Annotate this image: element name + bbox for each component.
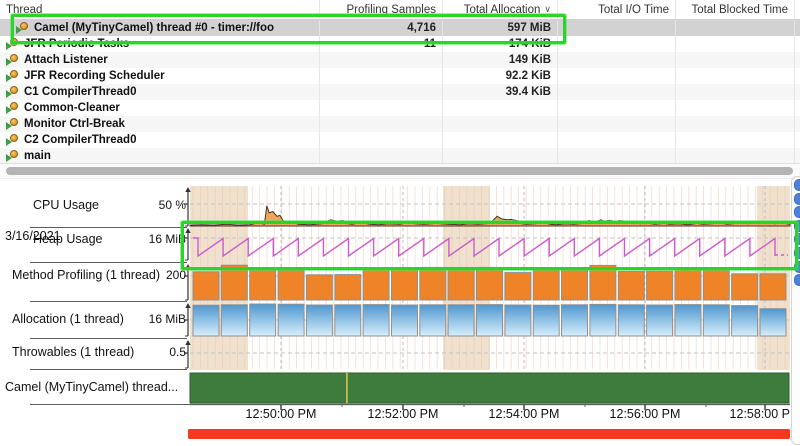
track-separator <box>30 404 790 405</box>
track-label-camel-thread[interactable]: Camel (MyTinyCamel) thread... <box>5 380 178 394</box>
track-control-button[interactable] <box>794 179 800 191</box>
track-label-cpu[interactable]: CPU Usage <box>33 198 99 212</box>
track-axis-tick-value: 200 <box>166 268 186 282</box>
track-control-button[interactable] <box>794 206 800 218</box>
track-control-button[interactable] <box>794 220 800 232</box>
track-controls-panel <box>791 176 800 445</box>
track-axis-tick-value: 16 MiB <box>149 232 186 246</box>
time-tick-label: 12:52:00 PM <box>368 407 439 421</box>
track-separator <box>30 227 187 228</box>
time-tick-label: 12:56:00 PM <box>610 407 681 421</box>
track-control-button[interactable] <box>794 233 800 245</box>
track-separator <box>30 262 187 263</box>
profiler-window: Thread Profiling Samples Total Allocatio… <box>0 0 800 446</box>
time-tick-label: 12:58:00 PM <box>730 407 800 421</box>
track-axis-tick-value: 16 MiB <box>149 312 186 326</box>
track-control-button[interactable] <box>794 193 800 205</box>
track-control-button[interactable] <box>794 274 800 286</box>
track-separator <box>30 369 187 370</box>
track-separator <box>30 338 187 339</box>
track-axis-tick-value: 50 % <box>159 198 186 212</box>
plot-area[interactable] <box>190 186 790 404</box>
track-separator <box>30 301 187 302</box>
track-control-button[interactable] <box>794 261 800 273</box>
track-label-method[interactable]: Method Profiling (1 thread) <box>12 268 160 282</box>
track-label-allocation[interactable]: Allocation (1 thread) <box>12 312 124 326</box>
time-tick-label: 12:50:00 PM <box>246 407 317 421</box>
track-axis-tick-value: 0.5 <box>169 345 186 359</box>
track-control-button[interactable] <box>794 247 800 259</box>
time-tick-label: 12:54:00 PM <box>489 407 560 421</box>
date-label: 3/16/2021 <box>5 229 61 243</box>
track-label-throwables[interactable]: Throwables (1 thread) <box>12 345 134 359</box>
